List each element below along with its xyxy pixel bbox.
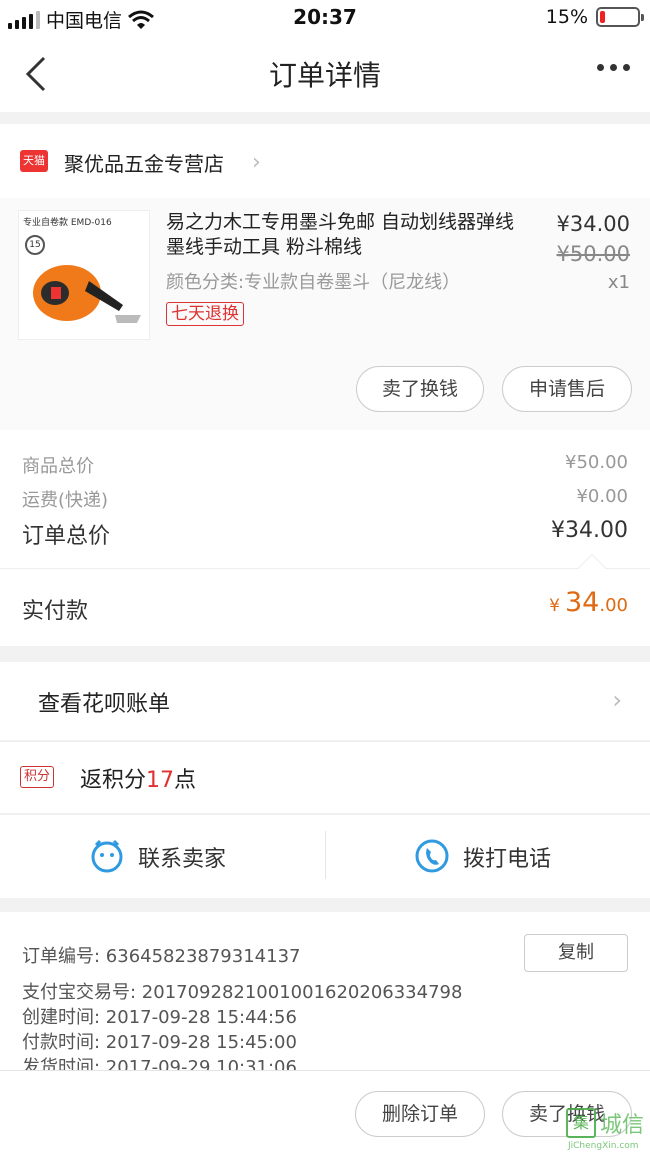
- product-sku: 颜色分类:专业款自卷墨斗（尼龙线）: [166, 272, 461, 293]
- paid-time: 付款时间: 2017-09-28 15:45:00: [22, 1032, 297, 1053]
- huabei-bill-row[interactable]: 查看花呗账单 ›: [0, 662, 650, 740]
- watermark: 集 城信 JiChengXin.com: [565, 1107, 644, 1151]
- tmall-badge-icon: 天猫: [20, 150, 48, 172]
- product-quantity: x1: [607, 272, 630, 293]
- battery-percent: 15%: [545, 6, 588, 28]
- paid-decimal: .00: [599, 595, 628, 616]
- more-options-icon[interactable]: [597, 64, 630, 71]
- huabei-bill-label[interactable]: 查看花呗账单: [38, 686, 170, 718]
- nav-bar: 订单详情: [0, 36, 650, 112]
- points-text: 返积分17点: [80, 762, 196, 794]
- shipping-row: 运费(快递) ¥0.00: [22, 486, 628, 512]
- chevron-right-icon: ›: [252, 150, 261, 175]
- bottom-action-bar: 删除订单 卖了换钱 集 城信 JiChengXin.com: [0, 1070, 650, 1156]
- points-suffix: 点: [174, 768, 197, 793]
- paid-amount: ¥ 34.00: [549, 587, 628, 618]
- contact-seller-button[interactable]: 联系卖家: [0, 815, 325, 899]
- status-bar: 中国电信 20:37 15%: [0, 0, 650, 36]
- contact-bar: 联系卖家 拨打电话: [0, 814, 650, 898]
- chalk-line-tool-icon: [33, 265, 141, 323]
- price-summary: 商品总价 ¥50.00 运费(快递) ¥0.00 订单总价 ¥34.00: [0, 430, 650, 568]
- points-count: 17: [146, 768, 175, 793]
- request-after-sales-button[interactable]: 申请售后: [502, 366, 632, 412]
- call-phone-label[interactable]: 拨打电话: [463, 841, 551, 873]
- order-total-row: 订单总价 ¥34.00: [22, 518, 628, 550]
- product-original-price: ¥50.00: [556, 242, 630, 266]
- paid-currency: ¥: [549, 596, 560, 616]
- watermark-text: 城信: [599, 1113, 644, 1138]
- paid-integer: 34: [565, 587, 600, 618]
- call-phone-button[interactable]: 拨打电话: [325, 815, 650, 899]
- paid-amount-row: 实付款 ¥ 34.00: [0, 553, 650, 646]
- shipping-label: 运费(快递): [22, 490, 109, 511]
- shop-name[interactable]: 聚优品五金专营店: [64, 148, 224, 177]
- order-number: 订单编号: 63645823879314137: [22, 946, 301, 967]
- shipping-value: ¥0.00: [576, 486, 628, 507]
- shop-row[interactable]: 天猫 聚优品五金专营店 ›: [0, 124, 650, 198]
- watermark-url: JiChengXin.com: [567, 1141, 639, 1151]
- goods-total-value: ¥50.00: [565, 452, 628, 473]
- phone-icon: [415, 839, 449, 873]
- chevron-right-icon: ›: [612, 686, 622, 714]
- created-time: 创建时间: 2017-09-28 15:44:56: [22, 1007, 297, 1028]
- goods-total-row: 商品总价 ¥50.00: [22, 452, 628, 478]
- product-title[interactable]: 易之力木工专用墨斗免邮 自动划线器弹线墨线手动工具 粉斗棉线: [166, 210, 526, 260]
- delete-order-button[interactable]: 删除订单: [355, 1091, 485, 1137]
- contact-seller-label[interactable]: 联系卖家: [138, 841, 226, 873]
- paid-label: 实付款: [22, 599, 89, 624]
- alipay-trade-number: 支付宝交易号: 2017092821001001620206334798: [22, 982, 463, 1003]
- points-prefix: 返积分: [80, 768, 147, 793]
- order-total-value: ¥34.00: [551, 518, 628, 543]
- battery-icon: [596, 7, 644, 27]
- sell-for-cash-button[interactable]: 卖了换钱: [356, 366, 484, 412]
- product-item[interactable]: 专业自卷款 EMD-016 15 易之力木工专用墨斗免邮 自动划线器弹线墨线手动…: [0, 198, 650, 430]
- watermark-logo: 集: [565, 1108, 596, 1138]
- order-total-label: 订单总价: [22, 524, 111, 549]
- goods-total-label: 商品总价: [22, 456, 94, 477]
- return-policy-tag: 七天退换: [166, 302, 244, 326]
- product-image[interactable]: 专业自卷款 EMD-016 15: [18, 210, 150, 340]
- chat-smiley-icon: [91, 839, 123, 873]
- product-price: ¥34.00: [556, 212, 630, 236]
- points-row: 积分 返积分17点: [0, 741, 650, 813]
- page-title: 订单详情: [268, 59, 381, 92]
- points-tag: 积分: [20, 766, 55, 788]
- copy-button[interactable]: 复制: [524, 934, 628, 972]
